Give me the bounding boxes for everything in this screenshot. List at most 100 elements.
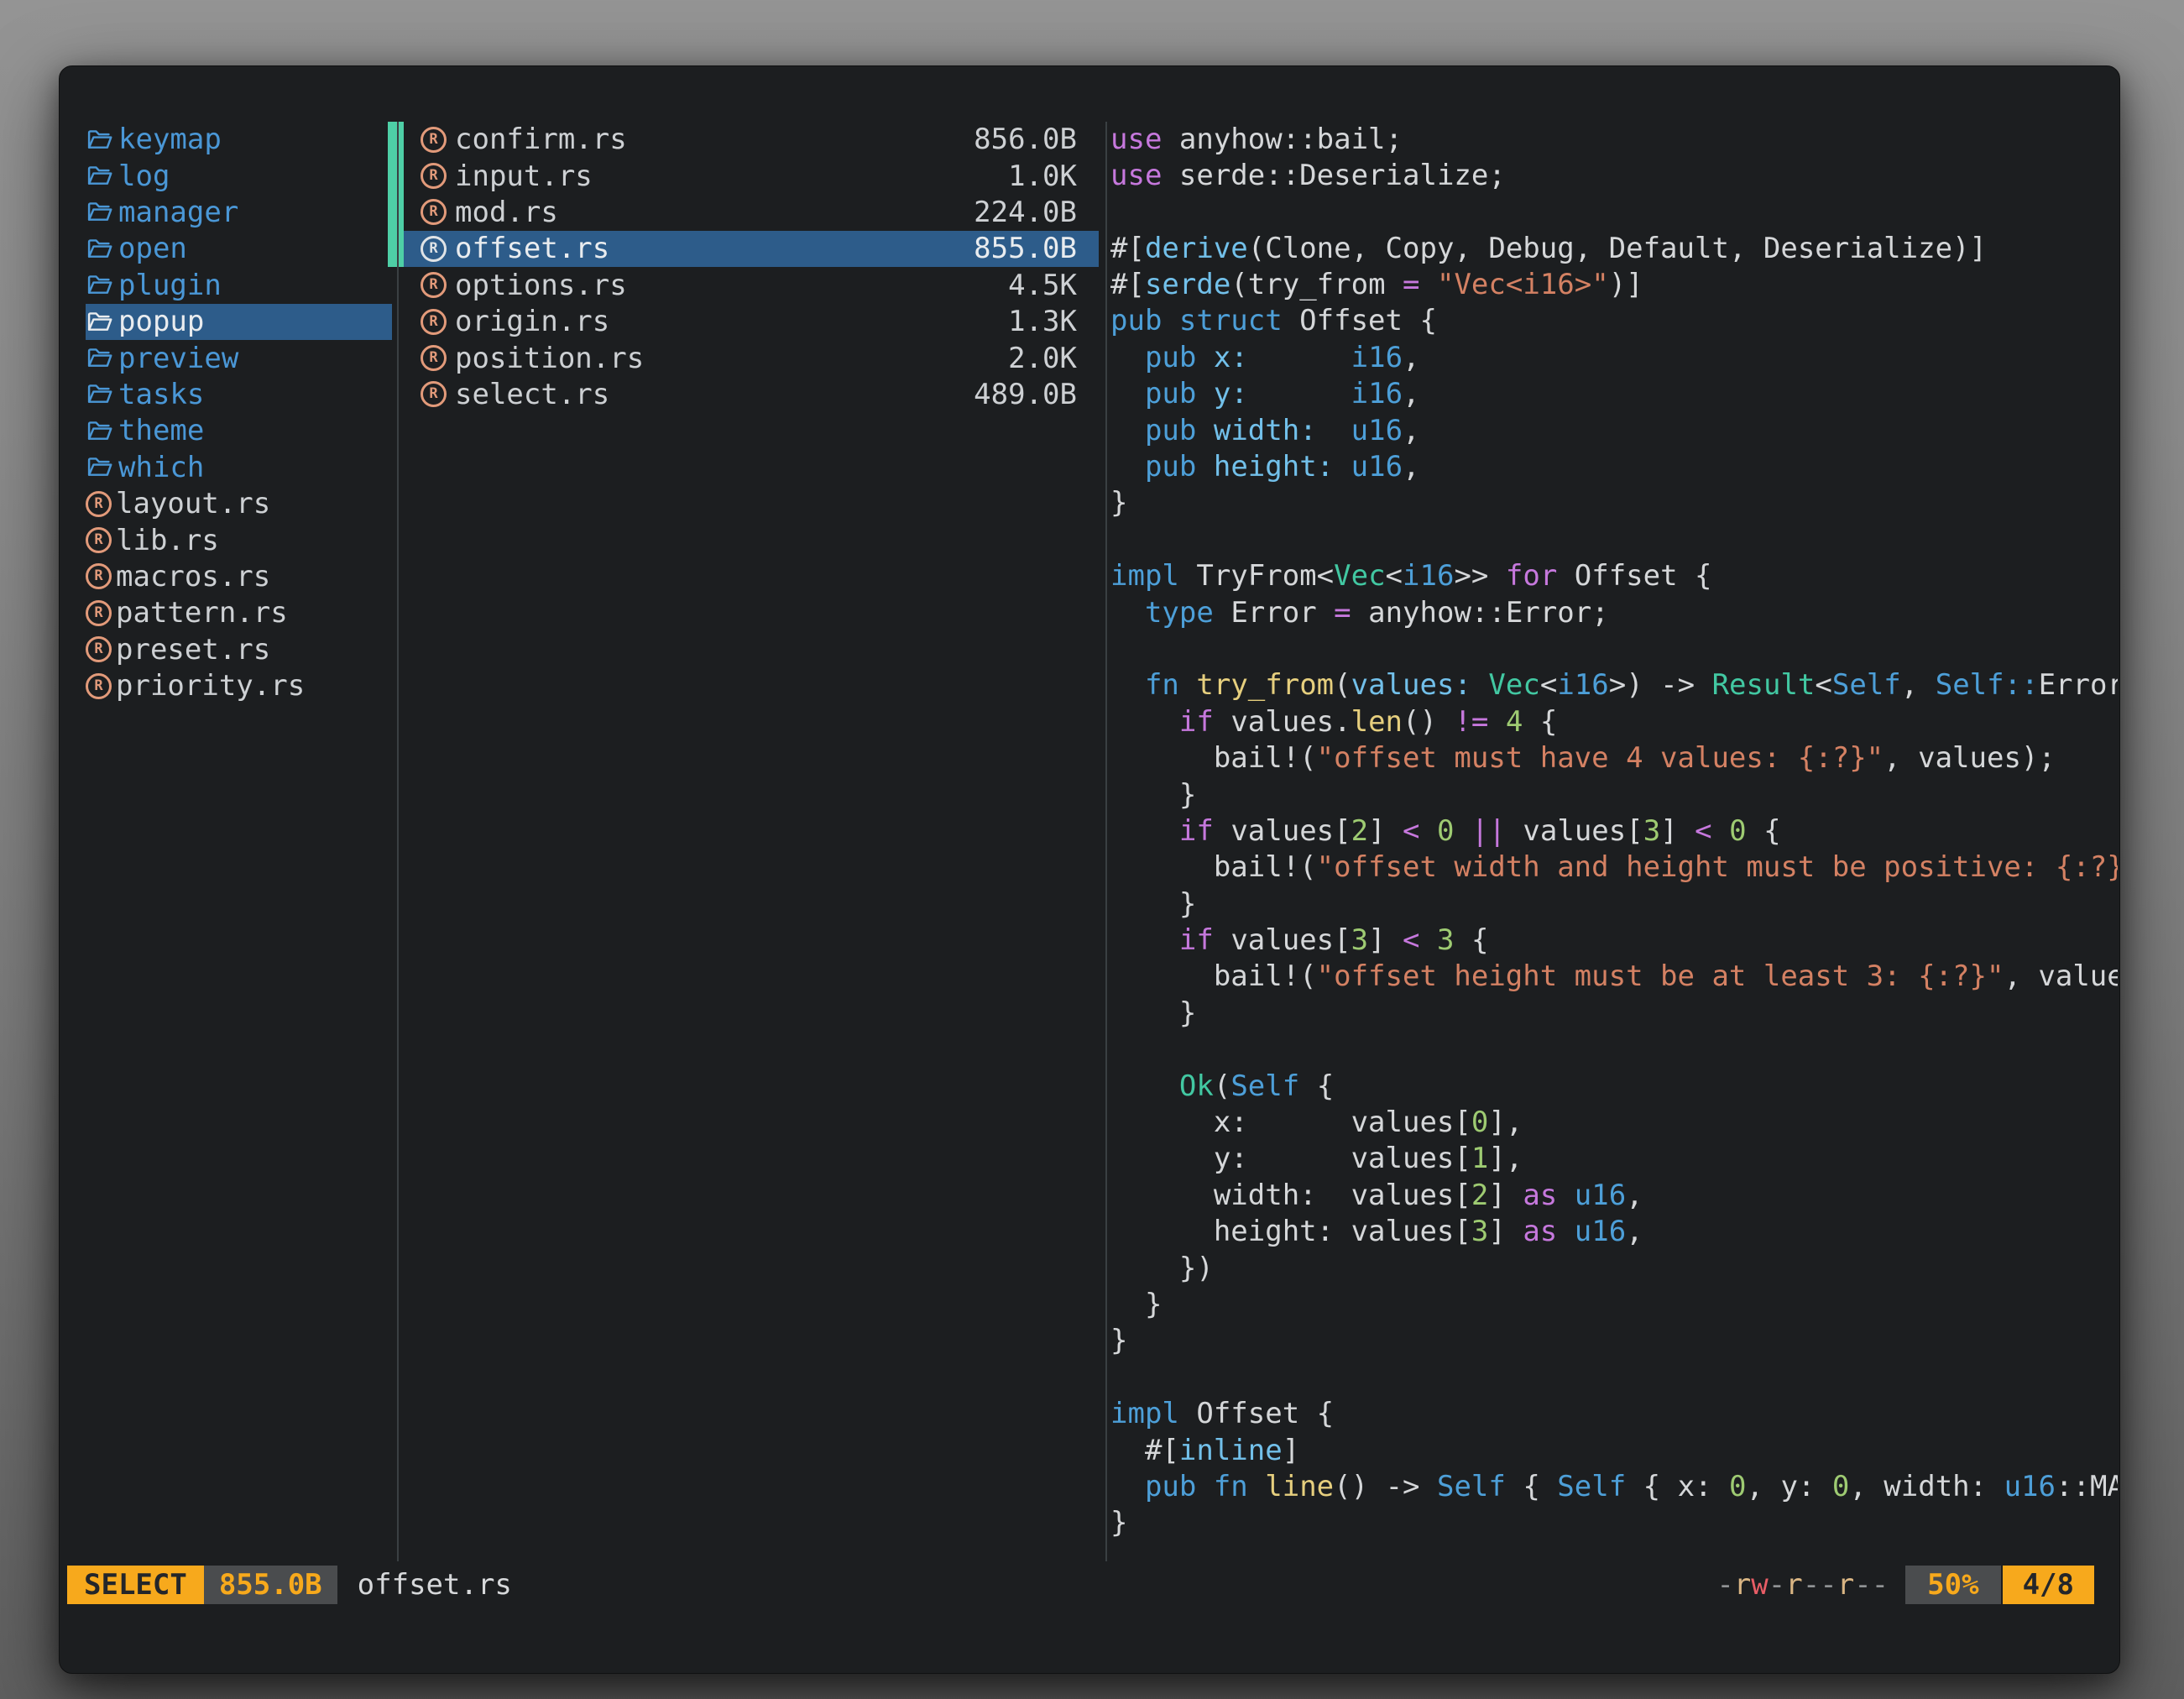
file-size: 2.0K: [1008, 342, 1077, 375]
code-line: use serde::Deserialize;: [1110, 158, 2118, 194]
file-row-confirm-rs[interactable]: Rconfirm.rs 856.0B: [404, 122, 1099, 158]
rust-file-icon: R: [421, 199, 447, 225]
sidebar-item-manager[interactable]: manager: [86, 194, 392, 230]
code-line: bail!("offset must have 4 values: {:?}",…: [1110, 740, 2118, 776]
code-line: #[derive(Clone, Copy, Debug, Default, De…: [1110, 231, 2118, 267]
sidebar-item-keymap[interactable]: keymap: [86, 122, 392, 158]
sidebar-item-label: layout.rs: [116, 487, 270, 520]
permission-char: -: [1769, 1568, 1785, 1602]
permissions-label: -rw-r--r--: [1716, 1566, 1889, 1604]
code-line: impl Offset {: [1110, 1396, 2118, 1432]
file-size: 856.0B: [974, 123, 1077, 156]
permission-char: -: [1716, 1568, 1733, 1602]
rust-file-icon: R: [86, 673, 112, 699]
code-line: use anyhow::bail;: [1110, 122, 2118, 158]
code-line: }: [1110, 1505, 2118, 1541]
sidebar-item-label: pattern.rs: [116, 596, 288, 630]
mode-badge: SELECT: [67, 1566, 204, 1604]
code-line: pub height: u16,: [1110, 449, 2118, 485]
hovered-filename: offset.rs: [358, 1566, 512, 1604]
folder-open-icon: [86, 456, 114, 478]
code-line: fn try_from(values: Vec<i16>) -> Result<…: [1110, 667, 2118, 703]
rust-file-icon: R: [421, 127, 447, 153]
rust-file-icon: R: [86, 563, 112, 589]
folder-open-icon: [86, 201, 114, 223]
file-row-select-rs[interactable]: Rselect.rs489.0B: [404, 376, 1099, 412]
file-name: options.rs: [455, 269, 627, 302]
file-row-input-rs[interactable]: Rinput.rs1.0K: [404, 158, 1099, 194]
sidebar-item-preview[interactable]: preview: [86, 340, 392, 376]
folder-open-icon: [86, 238, 114, 260]
file-name: input.rs: [455, 159, 593, 193]
folder-open-icon: [86, 128, 114, 151]
file-row-origin-rs[interactable]: Rorigin.rs1.3K: [404, 304, 1099, 340]
rust-file-icon: R: [421, 345, 447, 371]
file-row-mod-rs[interactable]: Rmod.rs224.0B: [404, 194, 1099, 230]
app-window: keymaplogmanageropenpluginpopup previewta…: [59, 65, 2120, 1674]
sidebar-item-popup[interactable]: popup: [86, 304, 392, 340]
sidebar-item-macros-rs[interactable]: Rmacros.rs: [86, 558, 392, 594]
code-line: }: [1110, 886, 2118, 923]
sidebar-item-open[interactable]: open: [86, 231, 392, 267]
status-bar: SELECT 855.0B offset.rs -rw-r--r-- 50% 4…: [60, 1566, 2119, 1604]
sidebar-item-pattern-rs[interactable]: Rpattern.rs: [86, 595, 392, 631]
permission-char: w: [1751, 1568, 1768, 1602]
file-row-options-rs[interactable]: Roptions.rs4.5K: [404, 267, 1099, 303]
folder-open-icon: [86, 383, 114, 405]
folder-open-icon: [86, 165, 114, 187]
sidebar-item-lib-rs[interactable]: Rlib.rs: [86, 522, 392, 558]
code-line: }): [1110, 1251, 2118, 1287]
rust-file-icon: R: [421, 163, 447, 189]
sidebar-item-priority-rs[interactable]: Rpriority.rs: [86, 668, 392, 704]
code-line: bail!("offset height must be at least 3:…: [1110, 959, 2118, 995]
code-line: height: values[3] as u16,: [1110, 1214, 2118, 1250]
sidebar-item-label: popup: [118, 305, 204, 338]
code-line: pub y: i16,: [1110, 376, 2118, 412]
file-name: mod.rs: [455, 196, 558, 229]
code-line: [1110, 631, 2118, 667]
file-size-label: 855.0B: [219, 1568, 322, 1602]
code-line: [1110, 1360, 2118, 1396]
sidebar-item-label: preset.rs: [116, 633, 270, 667]
sidebar-item-log[interactable]: log: [86, 158, 392, 194]
sidebar-item-theme[interactable]: theme: [86, 413, 392, 449]
code-line: pub x: i16,: [1110, 340, 2118, 376]
file-row-offset-rs[interactable]: Roffset.rs855.0B: [404, 231, 1099, 267]
file-size: 1.3K: [1008, 305, 1077, 338]
permission-char: r: [1785, 1568, 1802, 1602]
file-name: confirm.rs: [455, 123, 627, 156]
sidebar-item-label: log: [118, 159, 170, 193]
code-line: type Error = anyhow::Error;: [1110, 595, 2118, 631]
rust-file-icon: R: [421, 272, 447, 298]
file-size-badge: 855.0B: [204, 1566, 337, 1604]
code-line: #[inline]: [1110, 1433, 2118, 1469]
permission-char: -: [1854, 1568, 1871, 1602]
sidebar-item-which[interactable]: which: [86, 449, 392, 485]
sidebar-item-preset-rs[interactable]: Rpreset.rs: [86, 631, 392, 667]
code-line: }: [1110, 777, 2118, 813]
sidebar-item-label: macros.rs: [116, 560, 270, 593]
file-name: position.rs: [455, 342, 644, 375]
code-line: pub fn line() -> Self { Self { x: 0, y: …: [1110, 1469, 2118, 1505]
code-line: }: [1110, 996, 2118, 1032]
code-line: width: values[2] as u16,: [1110, 1178, 2118, 1214]
folder-open-icon: [86, 274, 114, 296]
sidebar-item-label: plugin: [118, 269, 222, 302]
file-row-position-rs[interactable]: Rposition.rs 2.0K: [404, 340, 1099, 376]
sidebar-item-label: lib.rs: [116, 524, 219, 557]
sidebar-item-label: preview: [118, 342, 238, 375]
cursor-position-badge: 4/8: [2003, 1566, 2094, 1604]
sidebar-item-plugin[interactable]: plugin: [86, 267, 392, 303]
preview-pane: use anyhow::bail;use serde::Deserialize;…: [1110, 122, 2118, 1549]
folder-open-icon: [86, 311, 114, 333]
code-line: impl TryFrom<Vec<i16>> for Offset {: [1110, 558, 2118, 594]
permission-char: r: [1837, 1568, 1854, 1602]
sidebar-item-tasks[interactable]: tasks: [86, 376, 392, 412]
file-size: 855.0B: [974, 232, 1077, 265]
code-line: x: values[0],: [1110, 1105, 2118, 1141]
mode-label: SELECT: [84, 1568, 187, 1602]
folder-open-icon: [86, 347, 114, 369]
sidebar-item-layout-rs[interactable]: Rlayout.rs: [86, 486, 392, 522]
rust-file-icon: R: [86, 636, 112, 662]
file-name: origin.rs: [455, 305, 609, 338]
